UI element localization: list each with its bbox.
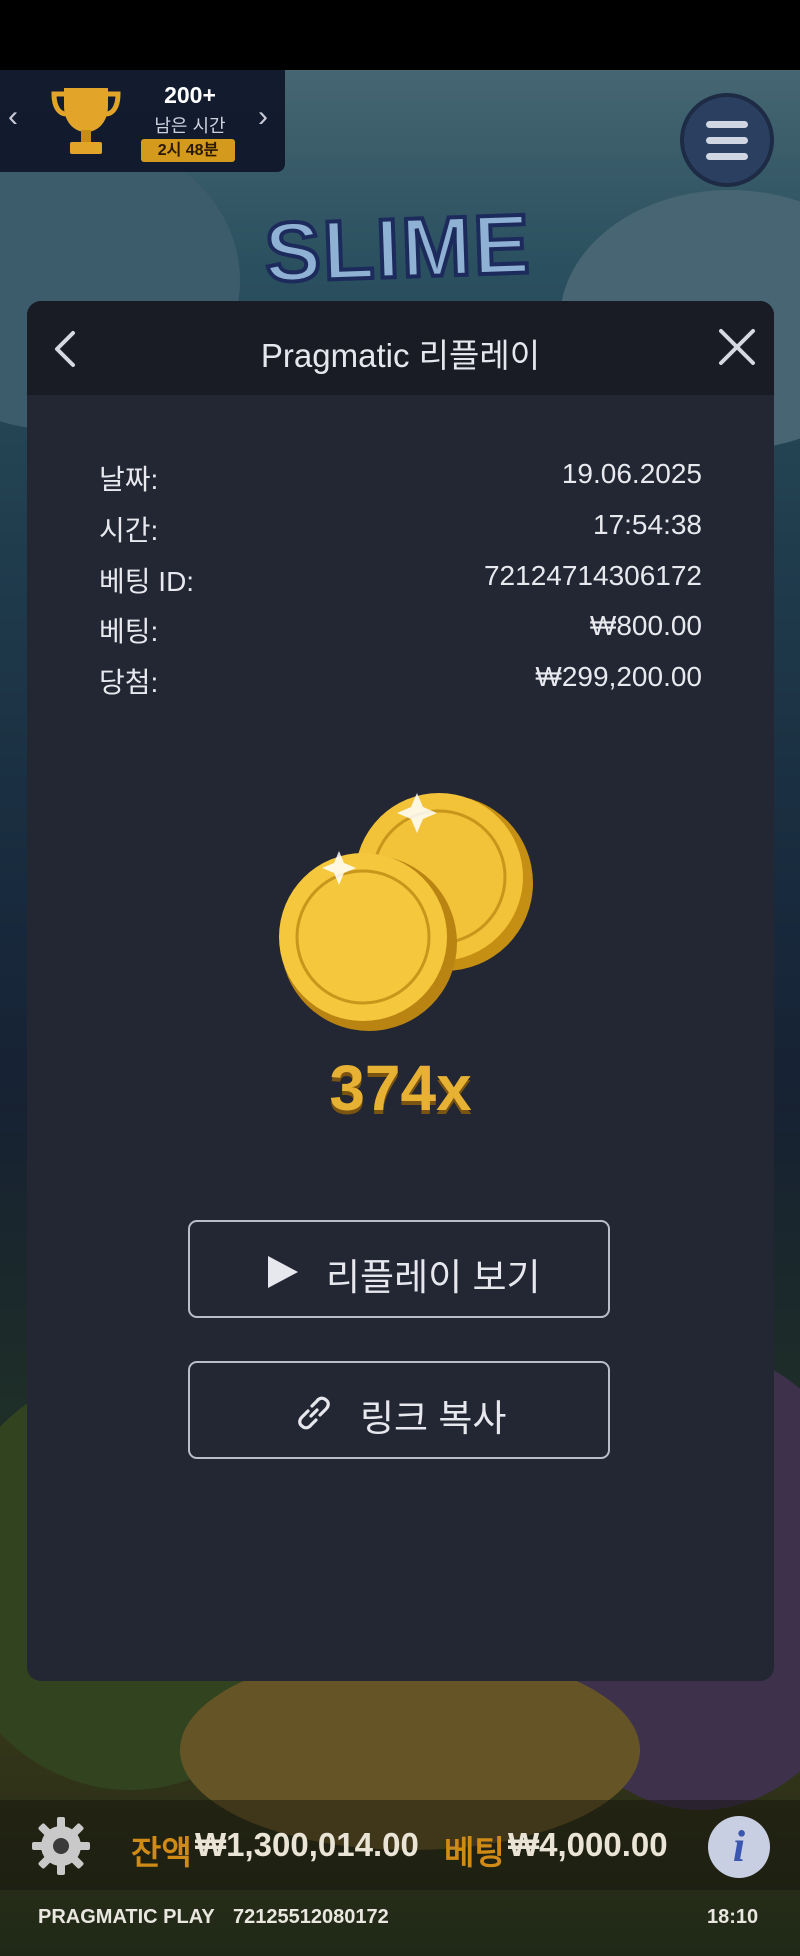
info-icon[interactable]: i: [708, 1816, 770, 1878]
link-icon: [298, 1396, 330, 1430]
game-logo: SLIME: [261, 194, 535, 301]
detail-value: ₩299,200.00: [535, 661, 702, 692]
modal-title: Pragmatic 리플레이: [260, 337, 541, 374]
chevron-left-icon[interactable]: ‹: [8, 100, 18, 134]
bet-label: 베팅: [444, 1834, 505, 1871]
detail-row-bet: 베팅: ₩800.00: [99, 610, 702, 650]
detail-label: 당첨:: [99, 667, 159, 698]
menu-button[interactable]: [684, 97, 770, 183]
tournament-time: 2시 48분: [141, 139, 235, 162]
hamburger-icon: [706, 121, 748, 128]
trophy-icon: [51, 88, 121, 154]
modal-header: Pragmatic 리플레이: [27, 301, 774, 395]
round-id: 72125512080172: [233, 1906, 389, 1928]
detail-label: 베팅 ID:: [99, 566, 195, 597]
detail-row-date: 날짜: 19.06.2025: [99, 458, 702, 498]
tournament-count: 200+: [164, 82, 216, 108]
close-icon[interactable]: [715, 325, 759, 369]
detail-value: 19.06.2025: [561, 458, 702, 489]
balance-value: ₩1,300,014.00: [195, 1826, 419, 1863]
detail-value: 17:54:38: [593, 509, 702, 540]
bet-value: ₩4,000.00: [508, 1826, 668, 1863]
coins-icon: [279, 793, 533, 1031]
balance-label: 잔액: [131, 1834, 192, 1871]
tournament-panel[interactable]: ‹ 200+ 남은 시간 2시 48분 ›: [0, 70, 285, 172]
detail-row-time: 시간: 17:54:38: [99, 509, 702, 549]
detail-label: 시간:: [99, 515, 159, 546]
detail-row-win: 당첨: ₩299,200.00: [99, 661, 702, 701]
clock: 18:10: [707, 1906, 759, 1928]
copy-link-label: 링크 복사: [360, 1398, 507, 1439]
gear-icon[interactable]: [30, 1815, 92, 1877]
detail-value: 72124714306172: [483, 560, 702, 591]
detail-value: ₩800.00: [589, 610, 702, 641]
tournament-label: 남은 시간: [154, 116, 226, 136]
copy-link-button[interactable]: 링크 복사: [188, 1361, 610, 1459]
win-multiplier: 374x: [329, 1052, 472, 1124]
detail-row-bet-id: 베팅 ID: 72124714306172: [99, 560, 702, 600]
play-icon: [268, 1256, 298, 1288]
detail-label: 베팅:: [99, 616, 159, 647]
watch-replay-label: 리플레이 보기: [326, 1257, 541, 1298]
provider-label: PRAGMATIC PLAY: [38, 1906, 215, 1928]
detail-label: 날짜:: [99, 464, 159, 495]
chevron-right-icon[interactable]: ›: [258, 100, 268, 134]
watch-replay-button[interactable]: 리플레이 보기: [188, 1220, 610, 1318]
status-bar: [0, 0, 800, 70]
replay-modal: Pragmatic 리플레이 날짜: 19.06.2025 시간: 17:54:…: [27, 301, 774, 1681]
